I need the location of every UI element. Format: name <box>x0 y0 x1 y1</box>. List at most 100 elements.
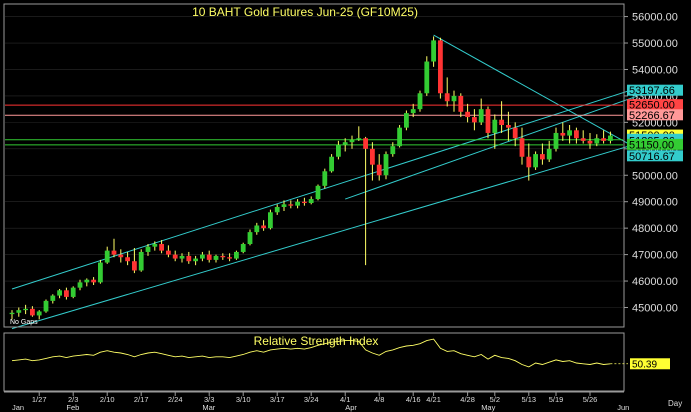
candle-body-up <box>451 95 457 102</box>
candle-body-up <box>315 185 321 200</box>
candle-body-down <box>574 130 579 139</box>
y-tick-label: 48000.00 <box>632 223 678 235</box>
candle-body-down <box>506 125 511 128</box>
y-tick-label: 56000.00 <box>632 12 678 24</box>
month-label: Jan <box>12 403 24 412</box>
candle-body-up <box>138 251 144 271</box>
candle-body-down <box>132 261 137 271</box>
candle-body-up <box>404 113 409 128</box>
candle-body-up <box>546 148 552 160</box>
candle-body-up <box>247 232 253 245</box>
candle-body-down <box>166 250 171 255</box>
candle-body-up <box>431 40 436 62</box>
price-badge-text: 53197.66 <box>629 85 675 97</box>
candle-body-down <box>458 95 464 112</box>
candle-body-up <box>553 132 559 149</box>
candle-body-up <box>478 109 484 123</box>
candle-body-down <box>526 156 532 168</box>
candle-body-up <box>492 119 498 133</box>
candle-body-down <box>220 255 226 258</box>
candle-body-down <box>159 244 164 251</box>
candle-body-down <box>465 111 470 118</box>
y-tick-label: 45000.00 <box>632 302 678 314</box>
date-tick-label: 2/17 <box>134 395 149 404</box>
candle-body-up <box>424 61 430 94</box>
candle-body-down <box>125 257 130 262</box>
candle-body-up <box>23 308 28 311</box>
chart-title: 10 BAHT Gold Futures Jun-25 (GF10M25) <box>192 5 418 19</box>
candle-body-up <box>36 311 42 316</box>
candle-body-up <box>281 204 287 207</box>
candle-body-up <box>342 142 348 145</box>
candle-body-up <box>533 154 538 168</box>
candle-body-up <box>356 138 362 140</box>
date-tick-label: 4/8 <box>374 395 384 404</box>
candle-body-down <box>206 254 212 260</box>
candle-body-down <box>485 109 491 133</box>
y-tick-label: 50000.00 <box>632 170 678 182</box>
candle-body-down <box>288 204 294 206</box>
candle-body-up <box>349 139 355 143</box>
chart-background <box>0 0 691 412</box>
period-label: Day <box>668 399 682 408</box>
date-tick-label: 4/28 <box>460 395 475 404</box>
candle-body-down <box>499 119 504 126</box>
candle-body-down <box>363 138 368 149</box>
candle-body-down <box>601 138 606 141</box>
candle-body-down <box>512 127 518 139</box>
date-tick-label: 5/19 <box>549 395 564 404</box>
candle-body-up <box>200 254 205 259</box>
date-tick-label: 3/10 <box>236 395 251 404</box>
date-tick-label: 4/16 <box>406 395 421 404</box>
candle-body-up <box>9 312 15 315</box>
candle-body-down <box>118 254 124 258</box>
candle-body-up <box>43 300 49 312</box>
y-tick-label: 55000.00 <box>632 38 678 50</box>
candle-body-up <box>397 127 402 147</box>
candle-body-down <box>587 140 593 144</box>
candle-body-down <box>172 254 178 259</box>
candle-body-up <box>274 206 280 213</box>
date-tick-label: 5/26 <box>583 395 598 404</box>
y-tick-label: 46000.00 <box>632 276 678 288</box>
candle-body-up <box>70 287 76 297</box>
chart-canvas: 10 BAHT Gold Futures Jun-25 (GF10M25) No… <box>0 0 691 412</box>
candle-body-up <box>322 171 328 186</box>
rsi-badge-text: 50.39 <box>632 359 657 370</box>
candle-body-down <box>186 255 192 262</box>
y-tick-label: 47000.00 <box>632 250 678 262</box>
candle-body-up <box>50 295 56 301</box>
candle-body-up <box>295 201 300 206</box>
candle-body-down <box>261 225 266 229</box>
candle-body-down <box>111 250 117 255</box>
candle-body-up <box>567 130 572 136</box>
month-label: Feb <box>66 403 79 412</box>
candle-body-up <box>308 199 314 204</box>
month-label: Mar <box>202 403 215 412</box>
candle-body-down <box>580 138 586 141</box>
y-tick-label: 54000.00 <box>632 64 678 76</box>
candle-body-down <box>472 117 477 123</box>
candle-body-down <box>370 148 375 165</box>
candle-body-up <box>268 212 273 229</box>
candle-body-up <box>16 310 22 313</box>
date-tick-label: 1/27 <box>32 395 47 404</box>
candle-body-down <box>438 40 443 94</box>
candle-body-up <box>179 255 185 259</box>
candle-body-up <box>104 250 110 263</box>
candle-body-down <box>560 132 566 136</box>
candle-body-up <box>77 282 83 288</box>
month-label: Jun <box>617 403 629 412</box>
candle-body-up <box>240 244 246 252</box>
candle-body-down <box>376 164 382 176</box>
candle-body-up <box>145 246 151 252</box>
candle-body-down <box>30 308 35 316</box>
candle-body-up <box>417 93 423 110</box>
candle-body-down <box>64 290 69 297</box>
candle-body-up <box>594 138 600 144</box>
candle-body-up <box>213 255 219 260</box>
candle-body-up <box>57 290 62 296</box>
candle-body-down <box>519 138 525 157</box>
month-label: May <box>481 403 495 412</box>
candle-body-up <box>98 262 103 283</box>
